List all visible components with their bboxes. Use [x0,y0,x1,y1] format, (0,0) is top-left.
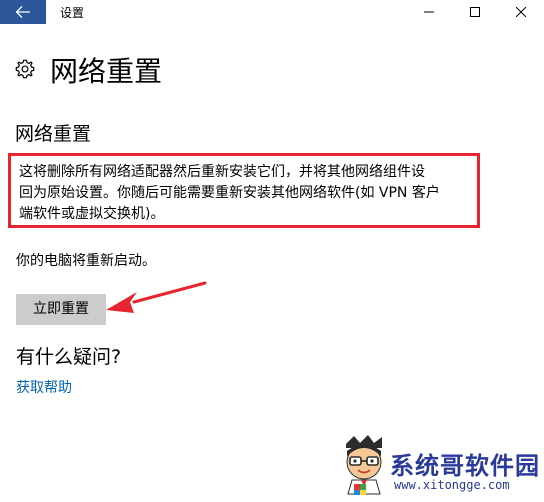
gear-icon [15,59,35,79]
section-heading: 网络重置 [15,123,92,145]
faq-heading: 有什么疑问? [16,346,122,368]
description-line: 回为原始设置。你随后可能需要重新安装其他网络软件(如 VPN 客户 [19,185,440,201]
maximize-button[interactable] [452,0,498,24]
maximize-icon [470,7,480,17]
close-icon [516,7,526,17]
title-bar: 设置 [0,0,544,24]
app-title: 设置 [60,6,85,20]
back-button[interactable] [0,0,46,24]
get-help-link[interactable]: 获取帮助 [16,377,72,397]
watermark-title: 系统哥软件园 [390,452,540,480]
reset-now-button[interactable]: 立即重置 [16,294,106,325]
mascot-icon [346,435,382,495]
annotation-arrow-icon [106,281,207,313]
minimize-icon [424,11,434,13]
description-line: 端软件或虚拟交换机)。 [19,206,165,222]
description-line: 这将删除所有网络适配器然后重新安装它们，并将其他网络组件设 [19,164,425,180]
description-highlight-box: 这将删除所有网络适配器然后重新安装它们，并将其他网络组件设 回为原始设置。你随后… [8,153,480,228]
close-button[interactable] [498,0,544,24]
arrow-left-icon [15,6,30,18]
page-title: 网络重置 [50,55,163,88]
description-text: 这将删除所有网络适配器然后重新安装它们，并将其他网络组件设 回为原始设置。你随后… [19,162,471,225]
minimize-button[interactable] [406,0,452,24]
restart-note: 你的电脑将重新启动。 [16,253,156,269]
watermark-logo: 系统哥软件园 www.xitongge.com [330,432,544,502]
watermark-url: www.xitongge.com [394,478,510,492]
